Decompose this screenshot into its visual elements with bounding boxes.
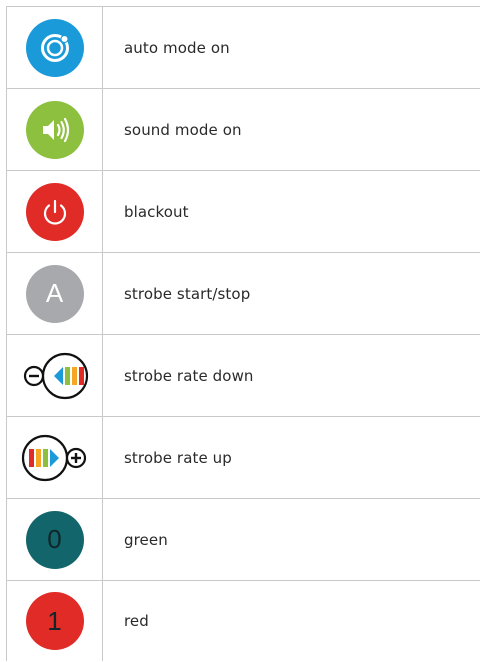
legend-label: auto mode on	[124, 38, 230, 57]
icon-cell: A	[7, 253, 103, 334]
legend-label: green	[124, 530, 168, 549]
legend-label: strobe rate up	[124, 448, 232, 467]
legend-row-blackout: blackout	[7, 171, 480, 253]
legend-row-auto-mode: auto mode on	[7, 7, 480, 89]
strobe-rate-up-icon	[21, 434, 86, 481]
button-legend-table: auto mode on sound mode on blackout A st…	[6, 6, 480, 661]
legend-row-green: 0 green	[7, 499, 480, 581]
legend-label: strobe rate down	[124, 366, 254, 385]
letter-a-icon: A	[25, 264, 84, 323]
power-icon	[25, 182, 84, 241]
legend-label: strobe start/stop	[124, 284, 251, 303]
icon-cell	[7, 171, 103, 252]
legend-row-strobe-rate-down: strobe rate down	[7, 335, 480, 417]
legend-label: red	[124, 612, 149, 630]
icon-glyph: A	[45, 278, 64, 308]
icon-cell	[7, 7, 103, 88]
strobe-rate-down-icon	[23, 352, 88, 399]
legend-row-strobe-rate-up: strobe rate up	[7, 417, 480, 499]
icon-glyph: 0	[47, 524, 62, 554]
legend-row-sound-mode: sound mode on	[7, 89, 480, 171]
legend-label: sound mode on	[124, 120, 242, 139]
icon-cell	[7, 335, 103, 416]
legend-label: blackout	[124, 202, 189, 221]
icon-cell: 0	[7, 499, 103, 580]
auto-mode-icon	[25, 18, 84, 77]
digit-0-icon: 0	[25, 510, 84, 569]
icon-glyph: 1	[47, 605, 62, 636]
icon-cell: 1	[7, 581, 103, 661]
icon-cell	[7, 417, 103, 498]
digit-1-icon: 1	[25, 592, 84, 650]
speaker-icon	[25, 100, 84, 159]
legend-row-strobe-start-stop: A strobe start/stop	[7, 253, 480, 335]
legend-row-red: 1 red	[7, 581, 480, 661]
icon-cell	[7, 89, 103, 170]
